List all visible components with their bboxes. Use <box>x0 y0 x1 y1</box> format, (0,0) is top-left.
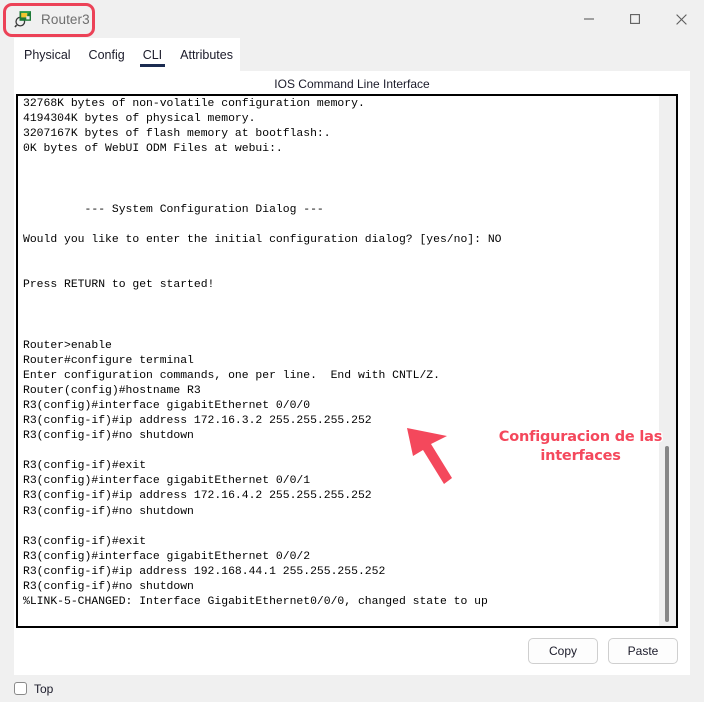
cli-panel: IOS Command Line Interface 32768K bytes … <box>14 71 690 675</box>
window-title-group: Router3 <box>0 0 90 38</box>
close-button[interactable] <box>658 0 704 38</box>
paste-button[interactable]: Paste <box>608 638 678 664</box>
close-icon <box>675 13 687 25</box>
packet-tracer-device-icon <box>14 11 31 28</box>
copy-button[interactable]: Copy <box>528 638 598 664</box>
window-titlebar: Router3 <box>0 0 704 38</box>
terminal-text: 32768K bytes of non-volatile configurati… <box>23 98 502 609</box>
tab-strip: Physical Config CLI Attributes <box>0 38 704 71</box>
tab-physical[interactable]: Physical <box>14 38 80 71</box>
bottom-bar: Top <box>0 675 704 702</box>
router-cli-window: Router3 Physical Config CLI Attributes I… <box>0 0 704 702</box>
tab-attributes[interactable]: Attributes <box>171 38 242 71</box>
cli-button-row: Copy Paste <box>528 638 678 664</box>
tab-active-underline <box>139 64 166 67</box>
minimize-icon <box>584 18 594 20</box>
terminal-output-area[interactable]: 32768K bytes of non-volatile configurati… <box>16 94 678 628</box>
tab-cli-label: CLI <box>142 47 163 62</box>
minimize-button[interactable] <box>566 0 612 38</box>
terminal-scrollbar[interactable] <box>659 96 676 626</box>
tab-list: Physical Config CLI Attributes <box>14 38 242 71</box>
top-checkbox-label: Top <box>34 681 54 696</box>
window-controls <box>566 0 704 38</box>
maximize-icon <box>630 14 640 24</box>
window-title: Router3 <box>41 11 90 27</box>
tab-config[interactable]: Config <box>80 38 134 71</box>
tab-attributes-label: Attributes <box>180 47 233 62</box>
maximize-button[interactable] <box>612 0 658 38</box>
tab-config-label: Config <box>88 47 125 62</box>
tab-physical-label: Physical <box>24 47 71 62</box>
tab-cli[interactable]: CLI <box>134 38 171 71</box>
top-checkbox[interactable] <box>14 682 27 695</box>
cli-header-title: IOS Command Line Interface <box>274 77 430 91</box>
terminal-scrollbar-thumb[interactable] <box>665 446 669 622</box>
